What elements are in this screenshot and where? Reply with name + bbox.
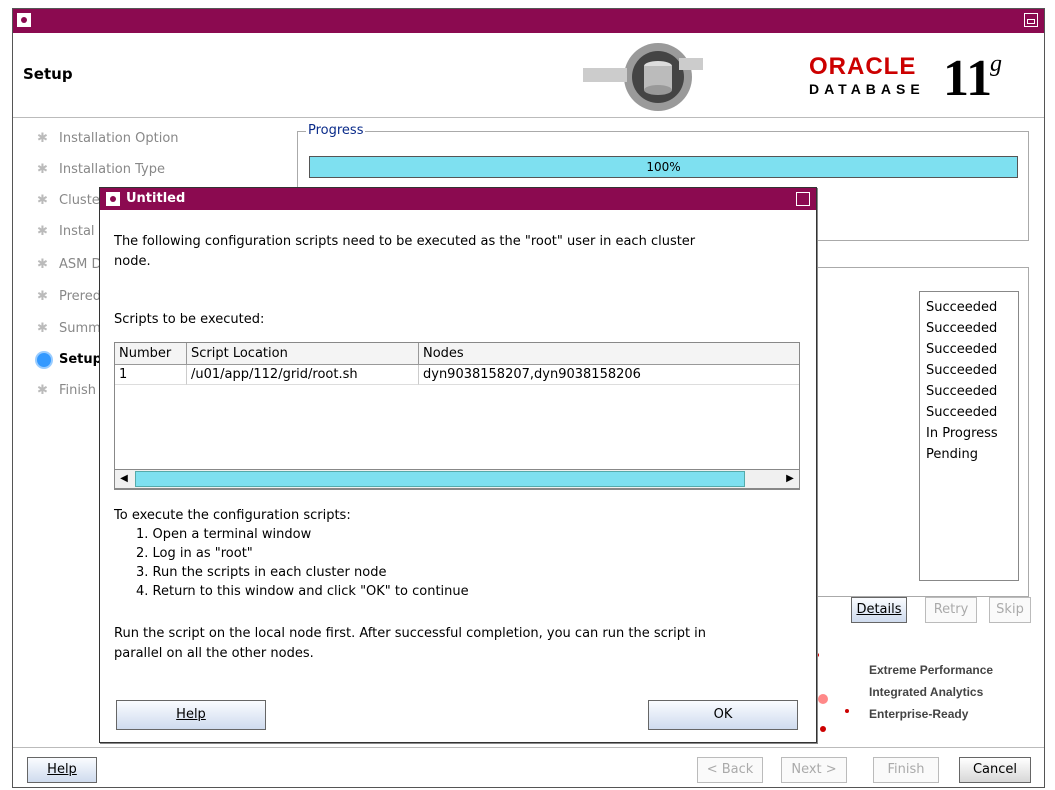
help-button[interactable]: Help	[27, 757, 97, 783]
sidebar-item-asm[interactable]: ✱ ASM D	[37, 257, 102, 272]
skip-button[interactable]: Skip	[989, 597, 1031, 623]
horizontal-scrollbar[interactable]: ◀ ▶	[114, 469, 800, 489]
step-icon: ✱	[37, 320, 48, 336]
sidebar-item-prerequisites[interactable]: ✱ Prered	[37, 289, 101, 304]
sidebar-item-label: Instal	[59, 224, 95, 239]
status-item: Succeeded	[926, 342, 998, 357]
sidebar-item-installation-type[interactable]: ✱ Installation Type	[37, 162, 165, 177]
sidebar-item-installation-option[interactable]: ✱ Installation Option	[37, 131, 179, 146]
instruction-step: 3. Run the scripts in each cluster node	[136, 565, 387, 580]
step-icon: ✱	[37, 256, 48, 272]
dialog-note-line1: Run the script on the local node first. …	[114, 626, 707, 641]
table-cell[interactable]: dyn9038158207,dyn9038158206	[419, 365, 799, 385]
sidebar-item-label: Finish	[59, 383, 97, 398]
header-banner: Setup ORACLE DATABASE 11 g	[13, 33, 1044, 118]
scripts-label: Scripts to be executed:	[114, 312, 265, 327]
status-item: Succeeded	[926, 405, 998, 420]
next-button[interactable]: Next >	[781, 757, 847, 783]
version-suffix: g	[990, 51, 1002, 77]
retry-button[interactable]: Retry	[925, 597, 977, 623]
finish-button[interactable]: Finish	[873, 757, 939, 783]
table-cell[interactable]: /u01/app/112/grid/root.sh	[187, 365, 419, 385]
sidebar-item-setup[interactable]: Setup	[37, 352, 102, 367]
dialog-intro-line2: node.	[114, 254, 151, 269]
dialog-intro-line1: The following configuration scripts need…	[114, 234, 696, 249]
scripts-table: Number Script Location Nodes 1 /u01/app/…	[114, 342, 800, 490]
instructions-title: To execute the configuration scripts:	[114, 508, 351, 523]
status-item: Pending	[926, 447, 978, 462]
tagline: Enterprise-Ready	[869, 707, 969, 721]
dialog-note-line2: parallel on all the other nodes.	[114, 646, 314, 661]
status-item: Succeeded	[926, 363, 998, 378]
status-item: Succeeded	[926, 300, 998, 315]
dialog-titlebar[interactable]: Untitled	[100, 188, 816, 210]
root-scripts-dialog: Untitled The following configuration scr…	[99, 187, 817, 743]
dialog-maximize-icon[interactable]	[796, 192, 810, 206]
status-item: Succeeded	[926, 321, 998, 336]
sidebar-item-finish[interactable]: ✱ Finish	[37, 383, 96, 398]
sidebar-item-cluster[interactable]: ✱ Cluste	[37, 193, 100, 208]
scroll-right-icon[interactable]: ▶	[783, 472, 797, 486]
instruction-step: 1. Open a terminal window	[136, 527, 312, 542]
sidebar-item-install[interactable]: ✱ Instal	[37, 224, 95, 239]
brand-name: ORACLE	[809, 53, 917, 80]
step-icon: ✱	[37, 161, 48, 177]
dialog-title: Untitled	[126, 191, 186, 206]
window-titlebar[interactable]	[13, 9, 1044, 33]
progress-bar: 100%	[309, 156, 1018, 178]
sidebar-item-label: Prered	[59, 289, 101, 304]
page-title: Setup	[23, 65, 73, 83]
dialog-help-button[interactable]: Help	[116, 700, 266, 730]
column-header-number[interactable]: Number	[115, 343, 187, 365]
ok-button[interactable]: OK	[648, 700, 798, 730]
oracle-logo: ORACLE DATABASE	[809, 53, 925, 97]
version-number: 11	[943, 50, 993, 107]
sidebar-item-label: Installation Type	[59, 162, 165, 177]
dialog-menu-icon[interactable]	[106, 192, 120, 206]
column-header-script-location[interactable]: Script Location	[187, 343, 419, 365]
scrollbar-thumb[interactable]	[135, 471, 745, 487]
table-cell[interactable]: 1	[115, 365, 187, 385]
step-icon: ✱	[37, 223, 48, 239]
sidebar-item-label: Setup	[59, 352, 102, 367]
column-header-nodes[interactable]: Nodes	[419, 343, 799, 365]
footer-divider	[13, 747, 1044, 748]
step-icon: ✱	[37, 192, 48, 208]
status-item: In Progress	[926, 426, 998, 441]
instruction-step: 4. Return to this window and click "OK" …	[136, 584, 469, 599]
scroll-left-icon[interactable]: ◀	[117, 472, 131, 486]
window-menu-icon[interactable]	[17, 13, 31, 27]
cancel-button[interactable]: Cancel	[959, 757, 1031, 783]
gear-database-icon	[583, 43, 703, 111]
status-list: Succeeded Succeeded Succeeded Succeeded …	[919, 291, 1019, 581]
sidebar-item-summary[interactable]: ✱ Summ	[37, 321, 101, 336]
back-button[interactable]: < Back	[697, 757, 763, 783]
tagline: Integrated Analytics	[869, 685, 984, 699]
product-name: DATABASE	[809, 81, 925, 97]
status-item: Succeeded	[926, 384, 998, 399]
sidebar-item-label: Cluste	[59, 193, 100, 208]
sidebar-item-label: ASM D	[59, 257, 102, 272]
tagline: Extreme Performance	[869, 663, 994, 677]
details-button[interactable]: Details	[851, 597, 907, 623]
sidebar-item-label: Installation Option	[59, 131, 179, 146]
step-icon: ✱	[37, 382, 48, 398]
step-icon: ✱	[37, 130, 48, 146]
maximize-icon[interactable]	[1024, 13, 1038, 27]
current-step-icon	[37, 352, 51, 367]
progress-group-label: Progress	[306, 123, 366, 138]
step-icon: ✱	[37, 288, 48, 304]
sidebar-item-label: Summ	[59, 321, 101, 336]
instruction-step: 2. Log in as "root"	[136, 546, 253, 561]
